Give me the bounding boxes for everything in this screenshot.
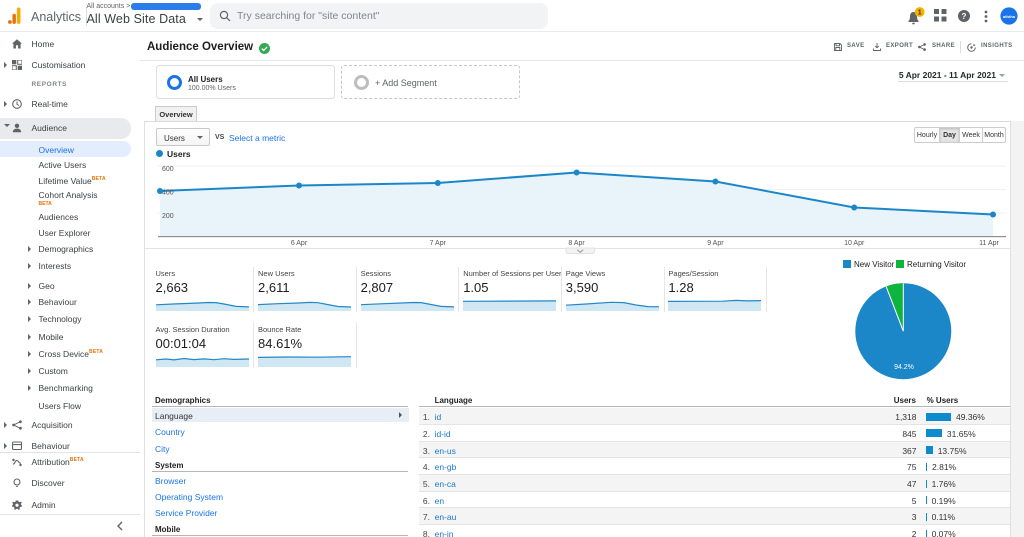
svg-text:94.2%: 94.2% [894, 364, 914, 371]
svg-text:1: 1 [918, 10, 922, 17]
svg-text:11 Apr: 11 Apr [979, 240, 999, 247]
svg-text:9 Apr: 9 Apr [707, 240, 724, 247]
svg-text:400: 400 [162, 190, 174, 197]
svg-text:200: 200 [162, 213, 174, 220]
svg-text:6 Apr: 6 Apr [291, 240, 308, 247]
svg-text:7 Apr: 7 Apr [430, 240, 447, 247]
svg-text:8 Apr: 8 Apr [568, 240, 585, 247]
svg-text:?: ? [962, 12, 967, 21]
svg-text:600: 600 [162, 166, 174, 173]
svg-text:10 Apr: 10 Apr [844, 240, 865, 247]
svg-text:aththa: aththa [1003, 14, 1016, 19]
